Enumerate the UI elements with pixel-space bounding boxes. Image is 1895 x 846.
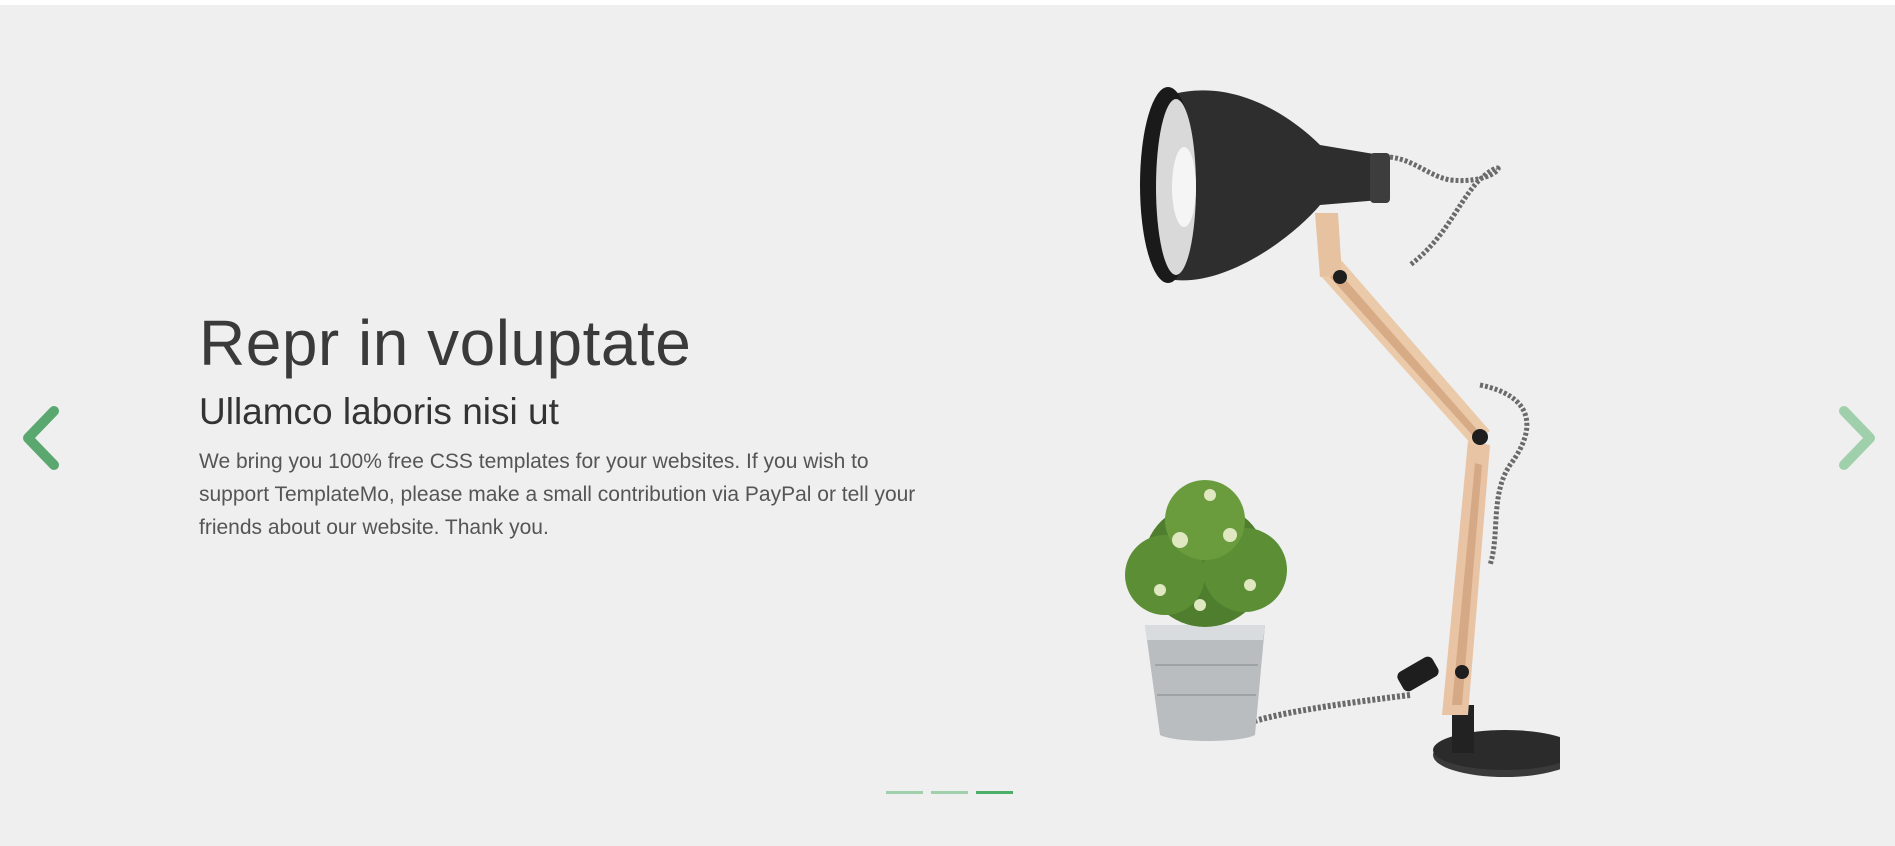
slide-description: We bring you 100% free CSS templates for… [199, 450, 916, 539]
indicator-slide-1[interactable] [886, 791, 923, 794]
carousel-indicators [886, 791, 1013, 794]
slide-title: Repr in voluptate [199, 307, 692, 379]
prev-slide-button[interactable] [18, 403, 62, 473]
lamp-plant-image [1080, 65, 1560, 805]
chevron-right-icon [1839, 406, 1875, 470]
next-slide-button[interactable] [1836, 403, 1880, 473]
chevron-left-icon [23, 406, 59, 470]
indicator-slide-3[interactable] [976, 791, 1013, 794]
slide-caption: Repr in voluptate Ullamco laboris nisi u… [199, 305, 929, 544]
hero-carousel: Repr in voluptate Ullamco laboris nisi u… [0, 5, 1895, 846]
slide-subtitle: Ullamco laboris nisi ut [199, 391, 559, 432]
indicator-slide-2[interactable] [931, 791, 968, 794]
